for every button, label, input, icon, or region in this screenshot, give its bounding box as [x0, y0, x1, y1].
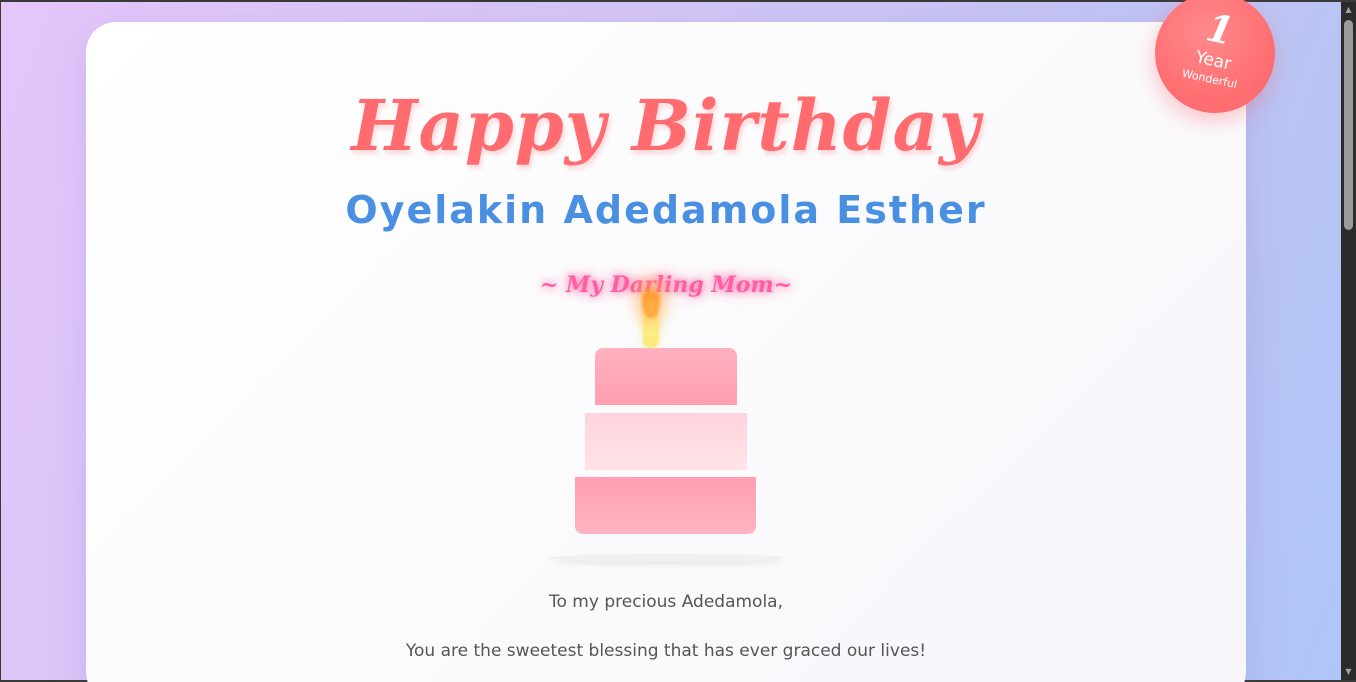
scrollbar-thumb[interactable] [1344, 20, 1353, 230]
vertical-scrollbar[interactable]: ▲ ▼ [1341, 2, 1356, 680]
birthday-message: To my precious Adedamola, You are the sw… [86, 592, 1246, 682]
message-line: You are the sweetest blessing that has e… [405, 641, 927, 661]
birthday-cake [541, 284, 791, 574]
cake-tier-middle [585, 413, 747, 470]
window-left-border [0, 0, 1, 682]
cake-tier-bottom [575, 477, 756, 534]
window-top-border [0, 0, 1356, 2]
candle [643, 312, 659, 348]
message-greeting: To my precious Adedamola, [549, 592, 783, 612]
dedication-subtitle: ~ My Darling Mom~ [539, 272, 793, 298]
scroll-down-arrow-icon[interactable]: ▼ [1341, 666, 1356, 678]
birthday-card: Happy Birthday Oyelakin Adedamola Esther… [86, 22, 1246, 682]
recipient-name: Oyelakin Adedamola Esther [345, 188, 987, 232]
birthday-title: Happy Birthday [351, 84, 981, 167]
scroll-up-arrow-icon[interactable]: ▲ [1341, 4, 1356, 16]
cake-tier-top [595, 348, 737, 405]
cake-plate [549, 554, 783, 562]
